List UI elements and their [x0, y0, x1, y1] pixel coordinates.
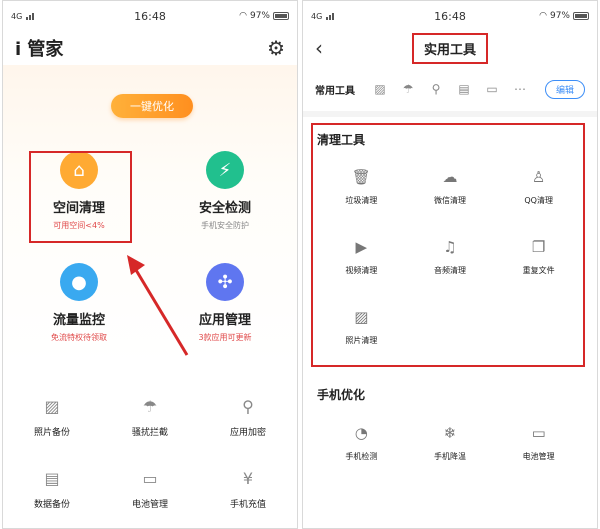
network-type: 4G [11, 11, 23, 21]
optimize-item[interactable]: ▭ 电池管理 [494, 407, 583, 477]
tool-item[interactable]: ¥ 手机充值 [199, 455, 297, 527]
battery-icon[interactable]: ▭ [483, 82, 501, 96]
umbrella-icon: ☂ [142, 396, 158, 416]
tool-item[interactable]: ▨ 照片备份 [3, 383, 101, 455]
tool-item[interactable]: ▤ 数据备份 [3, 455, 101, 527]
app-title: i 管家 [15, 39, 64, 60]
more-icon[interactable]: ⋯ [511, 82, 529, 96]
tools-grid: ▨ 照片备份 ☂ 骚扰拦截 ⚲ 应用加密 ▤ 数据备份 ▭ 电池管理 ¥ 手机充值 [3, 383, 297, 527]
edit-button[interactable]: 编辑 [544, 79, 585, 99]
page-header: ‹ 实用工具 [303, 31, 597, 65]
tile-security-check[interactable]: ⚡ 安全检测 手机安全防护 [155, 151, 295, 251]
photo-icon: ▨ [44, 396, 60, 416]
status-bar: 4G 16:48 ◠ 97% [3, 1, 297, 31]
signal-icon [326, 12, 340, 20]
app-header: i 管家 ⚙ [3, 31, 297, 65]
tile-title: 应用管理 [198, 313, 251, 328]
optimize-item[interactable]: ◔ 手机检测 [317, 407, 406, 477]
tile-subtitle: 免流特权待领取 [51, 333, 107, 342]
snowflake-icon: ❄ [443, 424, 457, 442]
umbrella-icon[interactable]: ☂ [399, 82, 417, 96]
wifi-icon: ◠ [539, 11, 547, 21]
tile-traffic-monitor[interactable]: ● 流量监控 免流特权待领取 [9, 263, 149, 363]
battery-percent: 97% [549, 11, 570, 21]
tile-subtitle: 3款应用可更新 [198, 333, 252, 342]
battery-icon: ▭ [531, 424, 546, 442]
optimize-item[interactable]: ❄ 手机降温 [406, 407, 495, 477]
right-phone-screen: 4G 16:48 ◠ 97% ‹ 实用工具 常用工具 ▨ ☂ ⚲ ▤ ▭ ⋯ 编… [302, 0, 598, 529]
left-phone-screen: 4G 16:48 ◠ 97% i 管家 ⚙ 一键优化 ⌂ 空间清理 可用空间<4… [2, 0, 298, 529]
tool-item[interactable]: ▭ 电池管理 [101, 455, 199, 527]
highlight-box [311, 123, 585, 367]
optimize-tools-grid: ◔ 手机检测 ❄ 手机降温 ▭ 电池管理 [317, 407, 583, 477]
tool-item[interactable]: ☂ 骚扰拦截 [101, 383, 199, 455]
common-tools-label: 常用工具 [315, 85, 355, 97]
tile-title: 安全检测 [198, 201, 251, 216]
phone-yen-icon: ¥ [242, 468, 254, 488]
section-title-optimize: 手机优化 [317, 388, 366, 402]
one-key-optimize-button[interactable]: 一键优化 [111, 94, 193, 118]
back-arrow-icon[interactable]: ‹ [315, 36, 323, 60]
screenshot-root: 4G 16:48 ◠ 97% i 管家 ⚙ 一键优化 ⌂ 空间清理 可用空间<4… [0, 0, 600, 529]
tile-subtitle: 手机安全防护 [201, 221, 249, 230]
common-tools-bar: 常用工具 ▨ ☂ ⚲ ▤ ▭ ⋯ 编辑 [303, 73, 597, 105]
tool-item[interactable]: ⚲ 应用加密 [199, 383, 297, 455]
tile-title: 流量监控 [52, 313, 105, 328]
section-divider [303, 111, 597, 117]
database-icon: ▤ [44, 468, 60, 488]
database-icon[interactable]: ▤ [455, 82, 473, 96]
settings-gear-icon[interactable]: ⚙ [267, 36, 285, 60]
signal-icon [26, 12, 40, 20]
phone-check-icon: ◔ [354, 424, 368, 442]
photo-icon[interactable]: ▨ [371, 82, 389, 96]
shield-icon: ⚡ [206, 151, 244, 189]
lock-key-icon: ⚲ [242, 396, 254, 416]
battery-percent: 97% [249, 11, 270, 21]
battery-status-icon [573, 12, 589, 20]
wifi-icon: ◠ [239, 11, 247, 21]
app-grid-icon: ✣ [206, 263, 244, 301]
status-bar: 4G 16:48 ◠ 97% [303, 1, 597, 31]
tile-app-management[interactable]: ✣ 应用管理 3款应用可更新 [155, 263, 295, 363]
battery-status-icon [273, 12, 289, 20]
water-drop-icon: ● [60, 263, 98, 301]
network-type: 4G [311, 11, 323, 21]
highlight-box [29, 151, 132, 243]
battery-icon: ▭ [142, 468, 158, 488]
lock-key-icon[interactable]: ⚲ [427, 82, 445, 96]
page-title: 实用工具 [411, 32, 488, 64]
